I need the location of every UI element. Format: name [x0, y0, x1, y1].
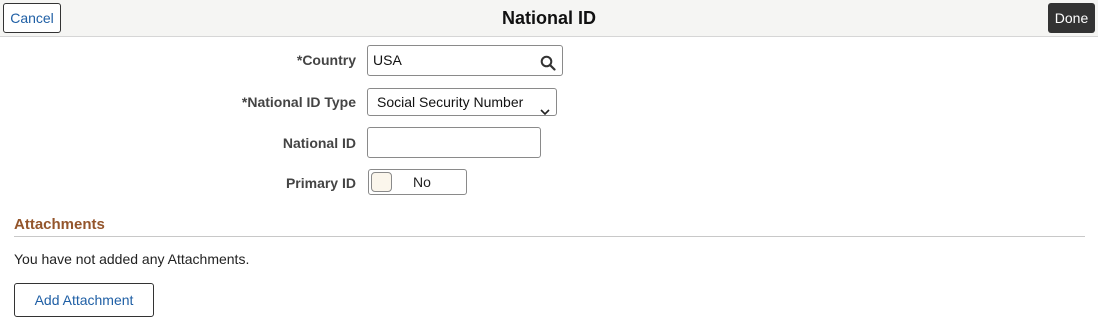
- add-attachment-button[interactable]: Add Attachment: [14, 283, 154, 317]
- primary-id-toggle[interactable]: No: [368, 169, 467, 195]
- country-value: USA: [373, 52, 402, 68]
- attachments-empty-message: You have not added any Attachments.: [14, 251, 250, 267]
- national-id-type-label: *National ID Type: [241, 94, 356, 110]
- country-field[interactable]: USA: [367, 45, 563, 76]
- attachments-heading: Attachments: [14, 216, 105, 233]
- section-divider: [14, 236, 1085, 237]
- national-id-type-select[interactable]: Social Security Number: [367, 88, 557, 116]
- done-button[interactable]: Done: [1048, 3, 1095, 33]
- chevron-down-icon: [540, 98, 550, 116]
- search-icon[interactable]: [540, 52, 556, 71]
- national-id-input[interactable]: [367, 127, 541, 158]
- national-id-label: National ID: [282, 135, 356, 151]
- page-title: National ID: [501, 8, 596, 28]
- primary-id-label: Primary ID: [285, 175, 356, 191]
- national-id-type-value: Social Security Number: [377, 94, 524, 110]
- page-header: Cancel National ID Done: [0, 0, 1098, 37]
- cancel-button[interactable]: Cancel: [3, 3, 61, 33]
- toggle-knob: [371, 172, 392, 192]
- country-label: *Country: [296, 52, 356, 68]
- toggle-state-text: No: [413, 174, 431, 190]
